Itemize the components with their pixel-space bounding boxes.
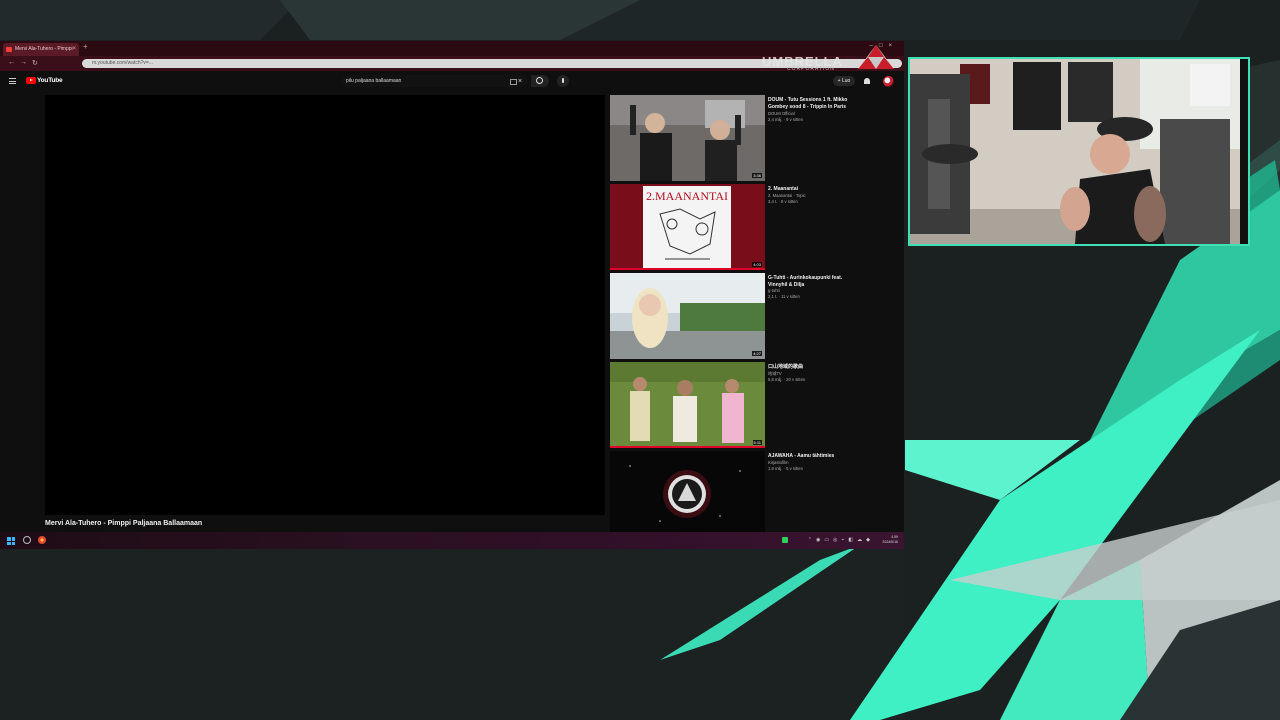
clear-search-icon[interactable]: × <box>518 78 522 85</box>
notifications-bell-icon[interactable] <box>864 78 870 84</box>
watch-progress-bar <box>610 446 765 448</box>
thumbnail-image: 2.MAANANTAI <box>610 184 765 270</box>
recommendation-meta: 1,8 milj. · 5 v sitten <box>768 466 803 471</box>
tray-app-icon[interactable] <box>782 537 788 543</box>
voice-search-mic-icon[interactable] <box>557 75 569 87</box>
keyboard-icon[interactable] <box>510 79 517 85</box>
video-thumbnail[interactable]: 3:36 <box>610 95 765 181</box>
clock[interactable]: 4.59 2024/5/16 <box>882 535 898 545</box>
svg-text:2.MAANANTAI: 2.MAANANTAI <box>646 189 728 203</box>
recommendation-channel[interactable]: g-tuhti <box>768 288 858 293</box>
recommendation-meta: 2,1 t. · 11 v sitten <box>768 294 800 299</box>
youtube-logo-text[interactable]: YouTube <box>37 77 63 84</box>
recommendation-channel[interactable]: Kirjastofilm <box>768 460 858 465</box>
browser-window: Mervi Ala-Tuhero - Pimppi × + –□× ← → ↻ … <box>0 41 904 549</box>
recommendation-item[interactable]: 4:27 G-Tuhti - Aurinkokaupunki feat. Vin… <box>610 273 900 361</box>
watch-progress-bar <box>610 268 765 270</box>
browser-taskbar-icon[interactable] <box>38 536 46 544</box>
webcam-image <box>910 59 1248 244</box>
tab-title: Mervi Ala-Tuhero - Pimppi <box>15 46 73 52</box>
browser-tab[interactable]: Mervi Ala-Tuhero - Pimppi × <box>3 43 79 56</box>
thumbnail-image <box>610 273 765 359</box>
thumbnail-image <box>610 451 765 537</box>
recommendation-item[interactable]: 2.MAANANTAI 4:03 2. Maanantai 2. Maanant… <box>610 184 900 272</box>
recommendation-channel[interactable]: DOUM Official <box>768 111 858 116</box>
search-taskbar-icon[interactable] <box>23 536 31 544</box>
recommendation-title[interactable]: G-Tuhti - Aurinkokaupunki feat. Vinnyhil… <box>768 275 858 288</box>
hamburger-menu-icon[interactable] <box>9 78 16 84</box>
youtube-logo-icon[interactable] <box>26 77 36 84</box>
video-thumbnail[interactable]: 4:27 <box>610 273 765 359</box>
duration-badge: 4:03 <box>752 262 762 267</box>
duration-badge: 3:36 <box>752 173 762 178</box>
recommendation-title[interactable]: 口山地域的歌曲 <box>768 364 858 371</box>
video-thumbnail[interactable]: 5:11 <box>610 362 765 448</box>
video-player[interactable] <box>45 95 605 515</box>
thumbnail-image <box>610 95 765 181</box>
youtube-favicon-icon <box>6 47 12 52</box>
video-title: Mervi Ala-Tuhero - Pimppi Paljaana Balla… <box>45 520 203 527</box>
youtube-header: YouTube pilu paljaana ballaamaan × + Luo <box>0 71 904 93</box>
recommendation-title[interactable]: 2. Maanantai <box>768 186 858 193</box>
search-icon <box>536 77 543 84</box>
recommendation-channel[interactable]: 2. Maanantai · Topic <box>768 193 858 198</box>
recommendation-title[interactable]: AJAWAHA - Aamu tähtimies <box>768 453 858 460</box>
umbrella-logo-icon <box>858 45 894 69</box>
recommendation-meta: 5,8 milj. · 20 v sitten <box>768 377 806 382</box>
create-button[interactable]: + Luo <box>833 76 855 86</box>
duration-badge: 4:27 <box>752 351 762 356</box>
duration-badge: 5:11 <box>752 440 762 445</box>
reload-icon[interactable]: ↻ <box>32 59 38 67</box>
forward-icon[interactable]: → <box>20 59 27 66</box>
recommendation-meta: 2,4 milj. · 9 v sitten <box>768 117 803 122</box>
recommendation-item[interactable]: AJAWAHA - Aamu tähtimies Kirjastofilm 1,… <box>610 451 900 539</box>
recommendation-title[interactable]: DOUM - Tutu Sessions 1 ft. Mikko Gombey … <box>768 97 858 110</box>
video-thumbnail[interactable] <box>610 451 765 537</box>
search-query: pilu paljaana ballaamaan <box>346 78 402 84</box>
search-button[interactable] <box>531 75 549 87</box>
url-text: m.youtube.com/watch?v=... <box>92 60 154 66</box>
back-icon[interactable]: ← <box>8 59 15 66</box>
clock-date: 2024/5/16 <box>882 540 898 544</box>
close-tab-icon[interactable]: × <box>72 43 76 56</box>
search-input[interactable]: pilu paljaana ballaamaan <box>342 75 528 87</box>
recommendation-item[interactable]: 5:11 口山地域的歌曲 地域TV 5,8 milj. · 20 v sitte… <box>610 362 900 450</box>
new-tab-icon[interactable]: + <box>83 42 88 51</box>
system-tray-icons[interactable]: ⌃◉▭◎⌁◧☁◆ <box>808 537 874 543</box>
recommendation-item[interactable]: 3:36 DOUM - Tutu Sessions 1 ft. Mikko Go… <box>610 95 900 183</box>
windows-start-icon[interactable] <box>7 537 15 545</box>
webcam-feed <box>908 57 1250 246</box>
recommendation-meta: 3,4 t. · 8 v sitten <box>768 199 798 204</box>
account-avatar[interactable] <box>883 76 894 87</box>
taskbar: ⌃◉▭◎⌁◧☁◆ 4.59 2024/5/16 <box>0 532 904 549</box>
video-thumbnail[interactable]: 2.MAANANTAI 4:03 <box>610 184 765 270</box>
thumbnail-image <box>610 362 765 448</box>
